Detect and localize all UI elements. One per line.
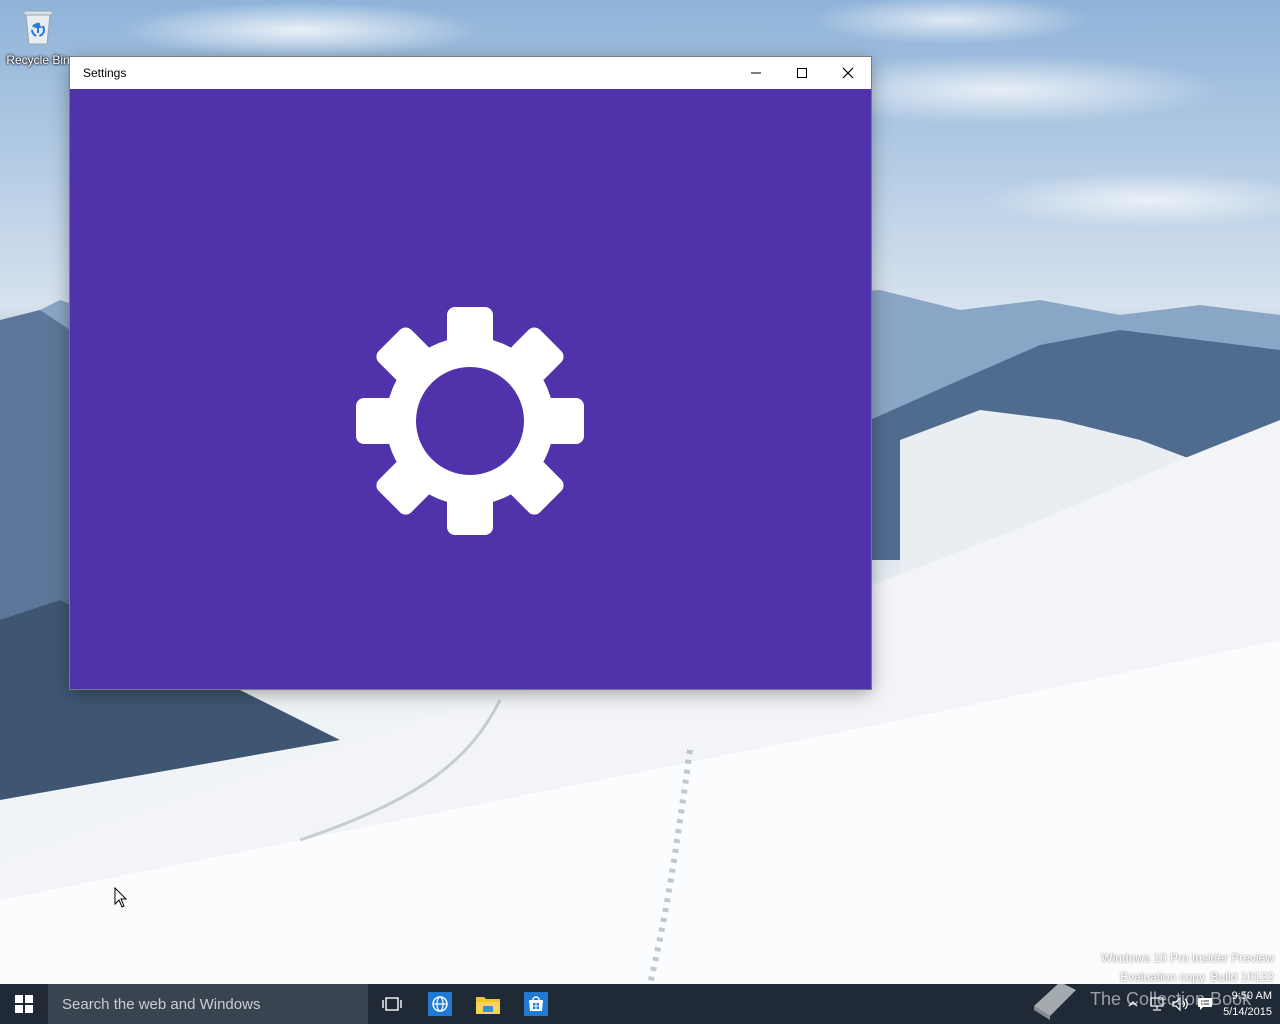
maximize-button[interactable] bbox=[779, 57, 825, 89]
folder-icon bbox=[476, 997, 500, 1014]
search-input[interactable] bbox=[60, 994, 368, 1014]
start-button[interactable] bbox=[0, 984, 48, 1024]
desktop-icon-recycle-bin[interactable]: Recycle Bin bbox=[6, 6, 70, 67]
taskbar-browser[interactable] bbox=[416, 984, 464, 1024]
close-icon bbox=[842, 67, 854, 79]
window-titlebar[interactable]: Settings bbox=[70, 57, 871, 89]
brand-overlay-text: The Collection Book bbox=[1090, 988, 1252, 1009]
settings-window[interactable]: Settings bbox=[70, 57, 871, 689]
task-view-icon bbox=[382, 997, 402, 1011]
close-button[interactable] bbox=[825, 57, 871, 89]
window-title: Settings bbox=[83, 66, 127, 80]
mouse-cursor-icon bbox=[114, 887, 128, 908]
splash-screen bbox=[70, 89, 871, 689]
book-icon bbox=[1034, 982, 1076, 1020]
desktop-icon-label: Recycle Bin bbox=[6, 53, 70, 67]
taskbar-search[interactable] bbox=[48, 984, 368, 1024]
store-icon bbox=[524, 992, 548, 1016]
maximize-icon bbox=[797, 68, 807, 78]
minimize-icon bbox=[751, 72, 761, 74]
desktop: Recycle Bin Settings Windows 10 Pro Insi… bbox=[0, 0, 1280, 1024]
windows-logo-icon bbox=[15, 995, 33, 1013]
gear-icon bbox=[356, 307, 584, 535]
brand-overlay: The Collection Book bbox=[1030, 976, 1251, 1022]
task-view-button[interactable] bbox=[368, 984, 416, 1024]
recycle-bin-icon bbox=[23, 10, 53, 45]
globe-icon bbox=[428, 992, 452, 1016]
taskbar-file-explorer[interactable] bbox=[464, 984, 512, 1024]
minimize-button[interactable] bbox=[733, 57, 779, 89]
taskbar-store[interactable] bbox=[512, 984, 560, 1024]
watermark-line-1: Windows 10 Pro Insider Preview bbox=[1101, 951, 1274, 965]
